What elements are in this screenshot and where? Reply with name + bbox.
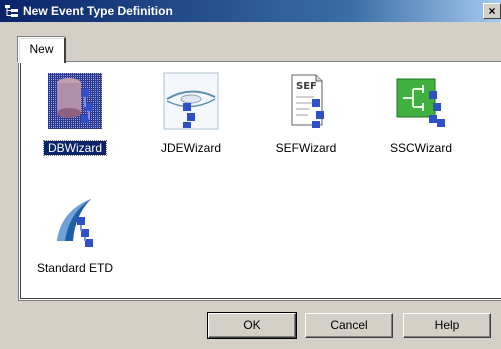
wizard-list: DBWizard JDEWizard SEF SEFWizard SSCWiza… bbox=[20, 63, 501, 299]
sef-document-wizard-icon: SEF bbox=[276, 71, 336, 131]
ok-button[interactable]: OK bbox=[207, 312, 297, 339]
item-label: JDEWizard bbox=[160, 141, 221, 155]
cancel-button[interactable]: Cancel bbox=[305, 313, 393, 338]
title-bar[interactable]: New Event Type Definition × bbox=[0, 0, 501, 22]
close-button[interactable]: × bbox=[483, 3, 501, 19]
tree-window-icon bbox=[4, 3, 20, 19]
jde-wizard-icon bbox=[161, 71, 221, 131]
standard-etd-icon bbox=[45, 191, 105, 251]
help-button[interactable]: Help bbox=[403, 313, 491, 338]
wizard-item-jdewizard[interactable]: JDEWizard bbox=[146, 71, 236, 171]
wizard-item-sscwizard[interactable]: SSCWizard bbox=[376, 71, 466, 171]
wizard-item-standard-etd[interactable]: Standard ETD bbox=[30, 191, 120, 291]
item-label: SSCWizard bbox=[389, 141, 452, 155]
wizard-item-dbwizard[interactable]: DBWizard bbox=[30, 71, 120, 171]
ssc-network-wizard-icon bbox=[391, 71, 451, 131]
tab-new[interactable]: New bbox=[18, 37, 66, 63]
svg-text:SEF: SEF bbox=[296, 81, 317, 92]
item-label: Standard ETD bbox=[36, 261, 114, 275]
wizard-item-sefwizard[interactable]: SEF SEFWizard bbox=[261, 71, 351, 171]
window-title: New Event Type Definition bbox=[23, 4, 173, 18]
item-label: DBWizard bbox=[43, 140, 107, 156]
item-label: SEFWizard bbox=[275, 141, 337, 155]
database-wizard-icon bbox=[45, 71, 105, 131]
